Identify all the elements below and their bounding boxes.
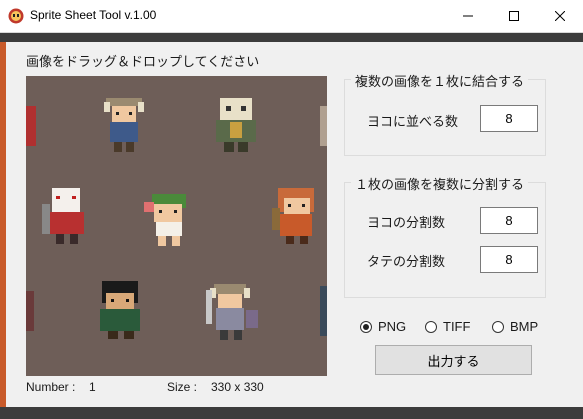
output-button[interactable]: 出力する bbox=[375, 345, 532, 375]
radio-bmp[interactable]: BMP bbox=[492, 319, 538, 334]
radio-png-indicator[interactable] bbox=[360, 320, 372, 333]
sprite-dark-hair bbox=[100, 281, 140, 339]
image-drop-area[interactable] bbox=[26, 76, 327, 376]
radio-png-label: PNG bbox=[378, 319, 407, 334]
size-label: Size : bbox=[167, 380, 198, 394]
sprite-preview-image bbox=[26, 76, 327, 376]
top-strip bbox=[0, 33, 583, 42]
split-vertical-input[interactable]: 8 bbox=[480, 246, 538, 273]
close-icon bbox=[555, 11, 565, 21]
app-icon bbox=[8, 8, 24, 24]
close-button[interactable] bbox=[537, 0, 583, 32]
drop-instruction: 画像をドラッグ＆ドロップしてください bbox=[26, 55, 260, 70]
maximize-button[interactable] bbox=[491, 0, 537, 32]
window-title: Sprite Sheet Tool v.1.00 bbox=[30, 8, 157, 22]
radio-tiff-indicator[interactable] bbox=[425, 320, 437, 333]
split-group bbox=[344, 182, 546, 298]
combine-horizontal-input[interactable]: 8 bbox=[480, 105, 538, 132]
radio-tiff-label: TIFF bbox=[443, 319, 471, 334]
maximize-icon bbox=[509, 11, 519, 21]
radio-bmp-label: BMP bbox=[510, 319, 539, 334]
title-bar: Sprite Sheet Tool v.1.00 bbox=[0, 0, 583, 33]
accent-bar bbox=[0, 42, 6, 407]
minimize-button[interactable] bbox=[445, 0, 491, 32]
number-label: Number : bbox=[26, 380, 76, 394]
split-group-title: １枚の画像を複数に分割する bbox=[351, 174, 529, 193]
number-value: 1 bbox=[89, 380, 96, 394]
split-vertical-label: タテの分割数 bbox=[367, 255, 446, 270]
combine-horizontal-label: ヨコに並べる数 bbox=[367, 115, 459, 130]
bottom-strip bbox=[0, 407, 583, 419]
combine-group-title: 複数の画像を１枚に結合する bbox=[351, 71, 529, 90]
minimize-icon bbox=[463, 15, 473, 17]
size-value: 330 x 330 bbox=[211, 380, 264, 394]
split-horizontal-input[interactable]: 8 bbox=[480, 207, 538, 234]
radio-png[interactable]: PNG bbox=[360, 319, 406, 334]
radio-bmp-indicator[interactable] bbox=[492, 320, 504, 333]
split-horizontal-label: ヨコの分割数 bbox=[367, 216, 446, 231]
radio-tiff[interactable]: TIFF bbox=[425, 319, 470, 334]
